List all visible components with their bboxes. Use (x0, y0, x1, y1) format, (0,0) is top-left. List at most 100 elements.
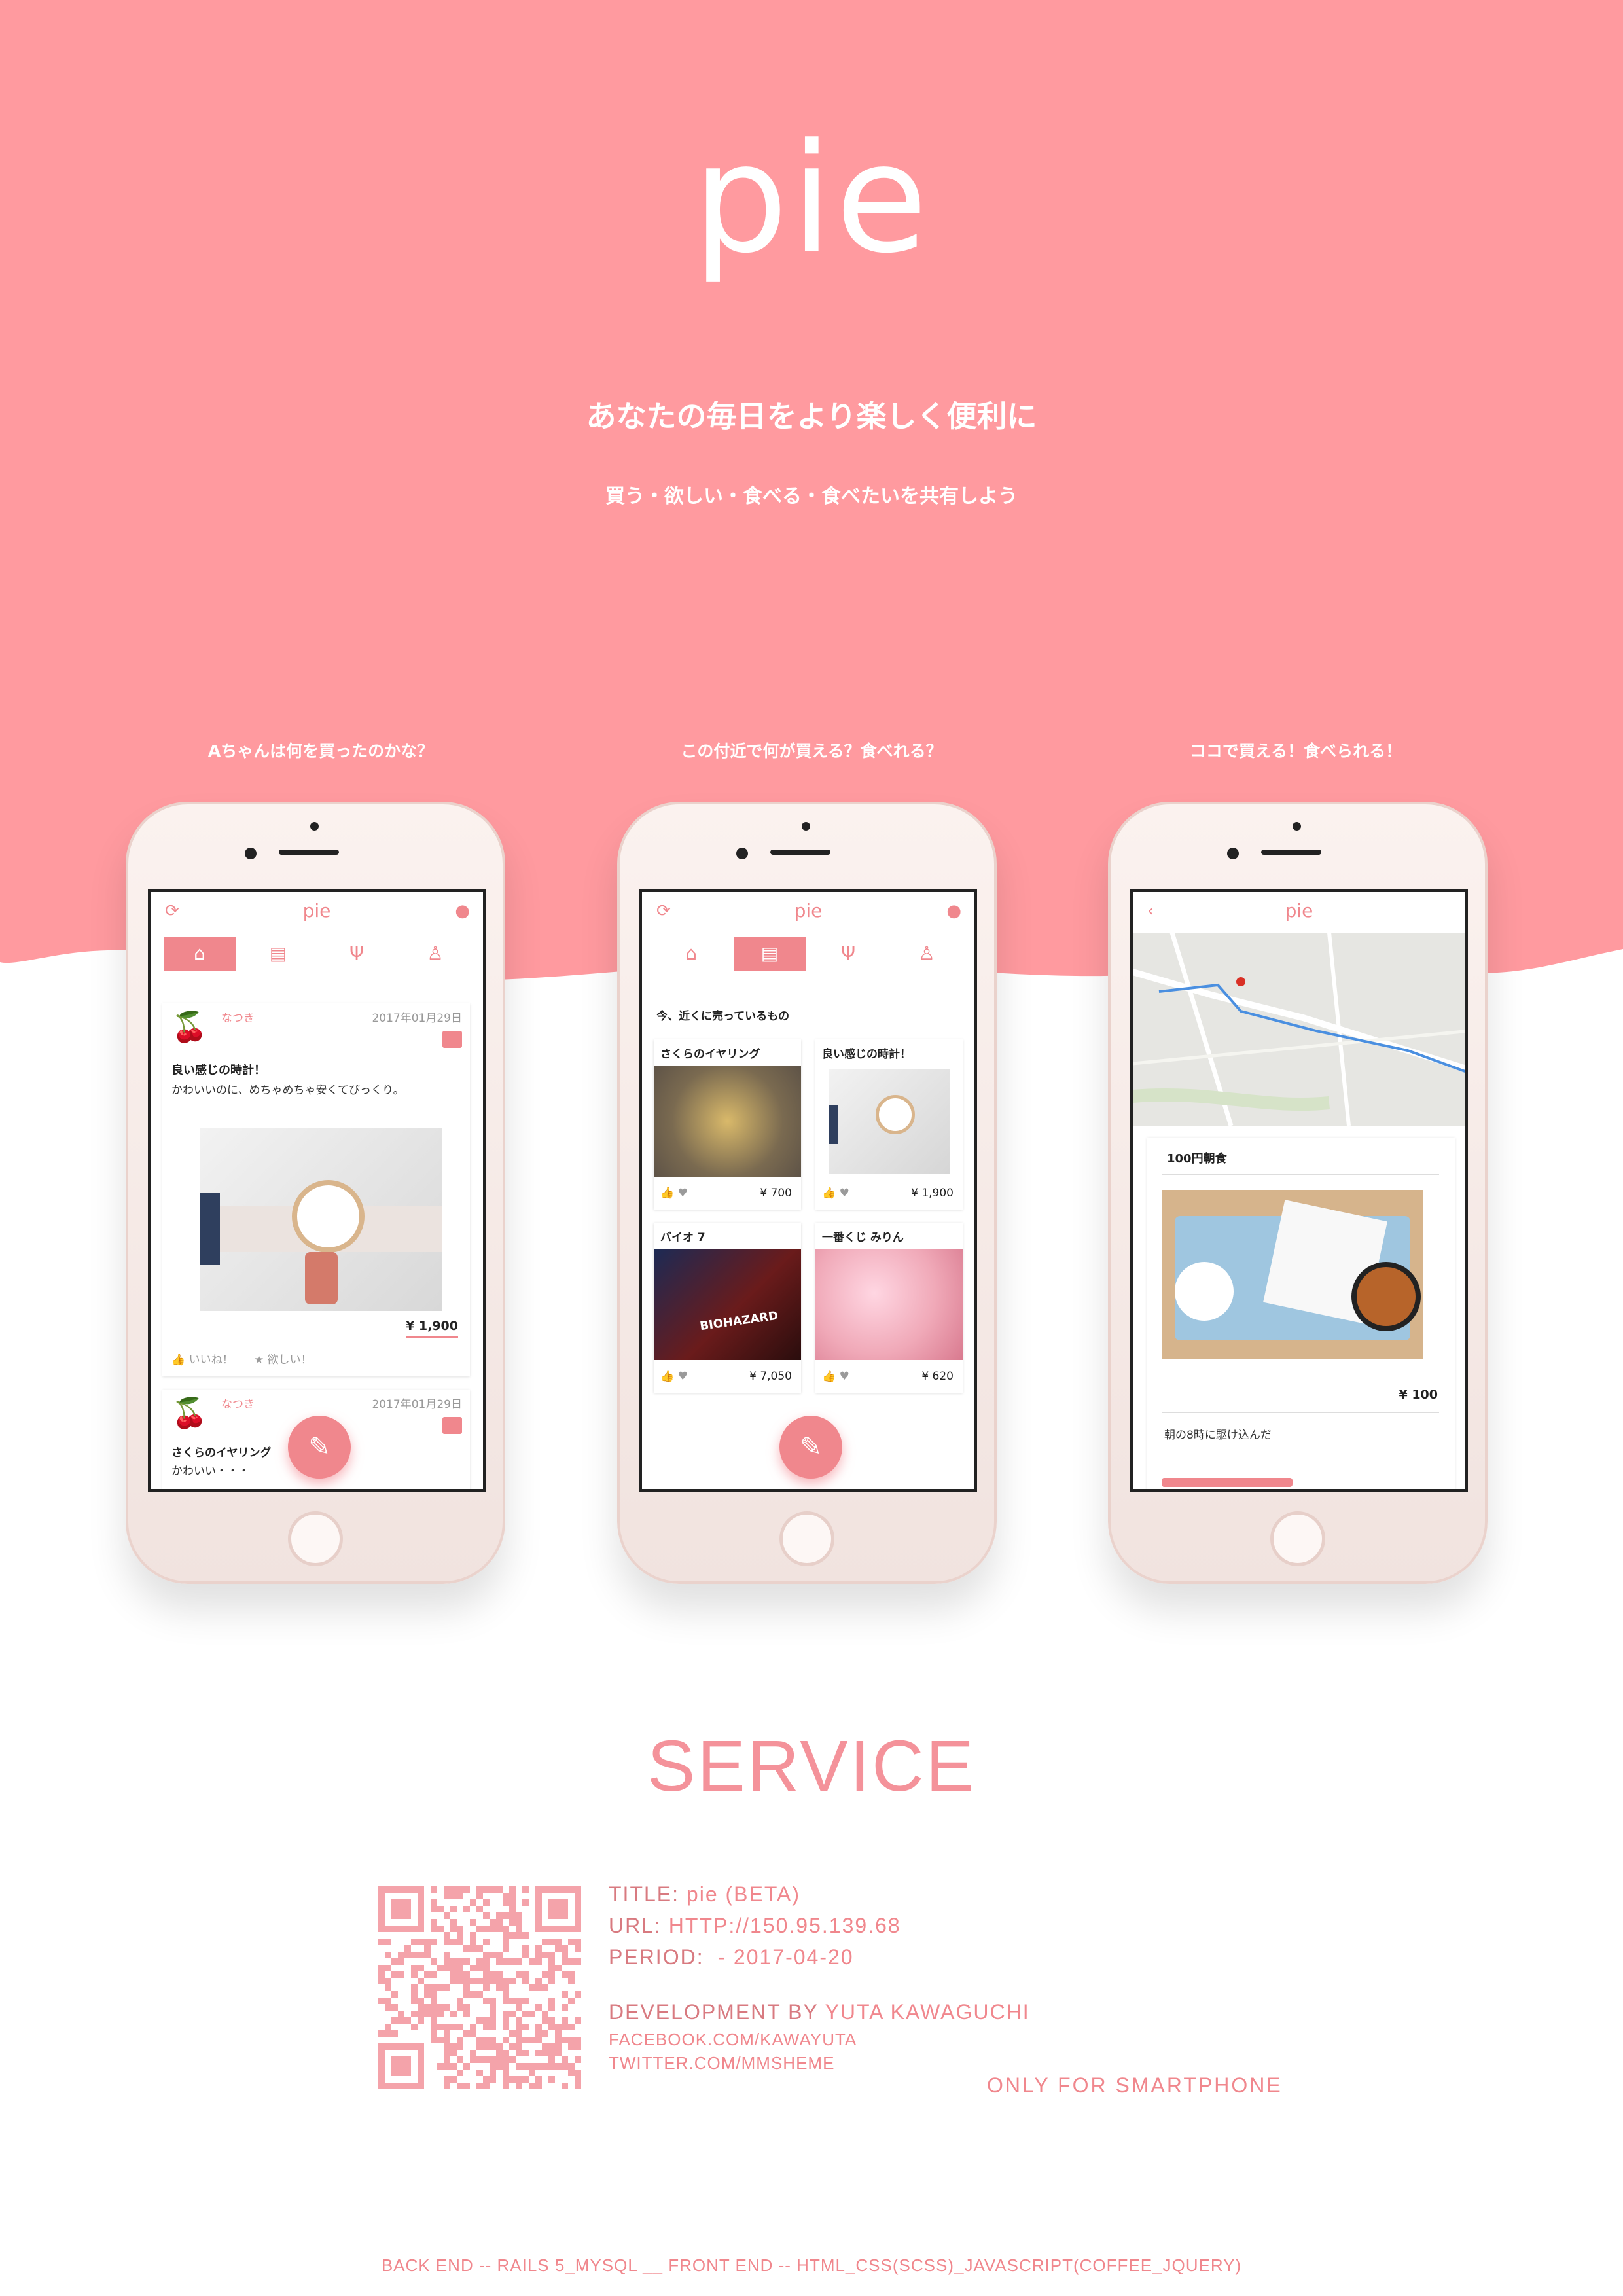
item-title: 良い感じの時計！ (822, 1048, 911, 1061)
person-icon[interactable]: ♙ (399, 937, 471, 971)
like-want-icons[interactable]: 👍 ♥ (822, 1187, 849, 1200)
item-price: ¥ 1,900 (911, 1187, 954, 1200)
breakfast-photo (1162, 1190, 1423, 1359)
period-label: PERIOD: (609, 1945, 704, 1969)
like-want-icons[interactable]: 👍 ♥ (660, 1187, 688, 1200)
item-price: ¥ 620 (921, 1370, 954, 1383)
post-title: さくらのイヤリング (171, 1446, 272, 1460)
nearby-screen: ⟳ pie ● ⌂ ▤ Ψ ♙ 今、近くに売っているもの さくらのイヤリング 👍… (639, 889, 977, 1492)
like-label: いいね！ (188, 1354, 234, 1367)
watch-photo (829, 1069, 950, 1174)
post-body: かわいいのに、めちゃめちゃ安くてびっくり。 (171, 1084, 404, 1097)
home-button (779, 1511, 834, 1566)
detail-screen: ‹ pie 100円朝食 ¥ 100 朝の8時に駆け込んだ (1130, 889, 1468, 1492)
period-value: - 2017-04-20 (704, 1945, 854, 1969)
like-want-icons[interactable]: 👍 ♥ (660, 1370, 688, 1383)
app-title: pie (302, 900, 331, 922)
caption-1: Aちゃんは何を買ったのかな？ (207, 742, 434, 761)
service-heading: SERVICE (647, 1726, 976, 1806)
food-price: ¥ 100 (1399, 1388, 1438, 1402)
comment-divider (1162, 1412, 1439, 1413)
url-link[interactable]: HTTP://150.95.139.68 (669, 1914, 901, 1937)
home-button (288, 1511, 343, 1566)
dev-label: DEVELOPMENT BY (609, 2000, 819, 2024)
section-title: 今、近くに売っているもの (656, 1010, 790, 1023)
app-bar: ⟳ pie ● (151, 892, 483, 933)
item-title: バイオ 7 (660, 1231, 705, 1244)
bag-category-icon (442, 1031, 462, 1048)
person-icon[interactable]: ♙ (891, 937, 963, 971)
period-row: PERIOD: - 2017-04-20 (609, 1941, 1030, 1973)
phone-mockup-detail: ‹ pie 100円朝食 ¥ 100 朝の8時に駆け込んだ (1108, 802, 1488, 1584)
item-card[interactable]: 一番くじ みりん 👍 ♥ ¥ 620 (815, 1223, 963, 1393)
facebook-link[interactable]: FACEBOOK.COM/KAWAYUTA (609, 2028, 1030, 2051)
phone-mockup-feed: ⟳ pie ● ⌂ ▤ Ψ ♙ 🍒 なつき 2017年01月29日 良い感じの時… (126, 802, 505, 1584)
post-body: かわいい・・・ (171, 1465, 249, 1478)
item-price: ¥ 700 (760, 1187, 792, 1200)
item-title: さくらのイヤリング (660, 1048, 760, 1061)
dev-value: YUTA KAWAGUCHI (825, 2000, 1030, 2024)
want-label: 欲しい！ (267, 1354, 312, 1367)
food-comment: 朝の8時に駆け込んだ (1164, 1429, 1272, 1442)
hero-subline: 買う・欲しい・食べる・食べたいを共有しよう (605, 485, 1018, 508)
action-button[interactable] (1162, 1478, 1293, 1487)
user-icon[interactable]: ● (455, 901, 470, 921)
bag-icon[interactable]: ▤ (734, 937, 806, 971)
home-icon[interactable]: ⌂ (655, 937, 727, 971)
watch-photo (200, 1128, 442, 1311)
anime-poster-photo (815, 1249, 963, 1360)
feed-screen: ⟳ pie ● ⌂ ▤ Ψ ♙ 🍒 なつき 2017年01月29日 良い感じの時… (148, 889, 486, 1492)
want-button[interactable]: ★ 欲しい！ (254, 1350, 312, 1367)
app-bar: ⟳ pie ● (642, 892, 974, 933)
post-title: 良い感じの時計！ (171, 1064, 266, 1077)
hero-headline: あなたの毎日をより楽しく便利に (586, 399, 1037, 434)
service-info: TITLE: pie (BETA) URL: HTTP://150.95.139… (609, 1878, 1030, 2075)
cherry-avatar: 🍒 (171, 1397, 207, 1430)
app-title: pie (794, 900, 823, 922)
post-fab-button[interactable]: ✎ (288, 1416, 351, 1479)
title-value: pie (BETA) (686, 1882, 801, 1906)
price-underline (406, 1336, 458, 1338)
caption-3: ココで買える！食べられる！ (1189, 742, 1402, 761)
app-bar: ‹ pie (1133, 892, 1465, 933)
home-icon[interactable]: ⌂ (164, 937, 236, 971)
item-card[interactable]: 良い感じの時計！ 👍 ♥ ¥ 1,900 (815, 1039, 963, 1210)
post-fab-button[interactable]: ✎ (779, 1416, 842, 1479)
item-title: 一番くじ みりん (822, 1231, 904, 1244)
caption-2: この付近で何が買える？食べれる？ (681, 742, 942, 761)
food-card[interactable]: 100円朝食 ¥ 100 朝の8時に駆け込んだ (1147, 1138, 1455, 1489)
item-card[interactable]: バイオ 7 BIOHAZARD 👍 ♥ ¥ 7,050 (654, 1223, 801, 1393)
title-row: TITLE: pie (BETA) (609, 1878, 1030, 1910)
phone-mockup-nearby: ⟳ pie ● ⌂ ▤ Ψ ♙ 今、近くに売っているもの さくらのイヤリング 👍… (617, 802, 997, 1584)
post-price: ¥ 1,900 (406, 1319, 458, 1333)
tab-bar: ⌂ ▤ Ψ ♙ (151, 933, 483, 973)
tab-bar: ⌂ ▤ Ψ ♙ (642, 933, 974, 973)
url-label: URL: (609, 1914, 662, 1937)
item-price: ¥ 7,050 (749, 1370, 792, 1383)
post-date: 2017年01月29日 (372, 1398, 462, 1411)
user-icon[interactable]: ● (946, 901, 961, 921)
qr-code[interactable] (378, 1886, 581, 2089)
game-photo: BIOHAZARD (654, 1249, 801, 1360)
bag-category-icon (442, 1417, 462, 1434)
post-user: なつき (221, 1398, 255, 1411)
tech-stack-footer: BACK END -- RAILS 5_MYSQL __ FRONT END -… (381, 2255, 1242, 2275)
fork-knife-icon[interactable]: Ψ (812, 937, 884, 971)
item-card[interactable]: さくらのイヤリング 👍 ♥ ¥ 700 (654, 1039, 801, 1210)
game-photo-text: BIOHAZARD (699, 1308, 779, 1334)
fork-knife-icon[interactable]: Ψ (321, 937, 393, 971)
post-date: 2017年01月29日 (372, 1012, 462, 1025)
like-want-icons[interactable]: 👍 ♥ (822, 1370, 849, 1383)
twitter-link[interactable]: TWITTER.COM/MMSHEME (609, 2051, 1030, 2075)
post-card[interactable]: 🍒 なつき 2017年01月29日 良い感じの時計！ かわいいのに、めちゃめちゃ… (162, 1003, 470, 1376)
title-divider (1162, 1174, 1439, 1175)
map-view[interactable] (1133, 933, 1468, 1126)
like-button[interactable]: 👍 いいね！ (171, 1350, 234, 1367)
bag-icon[interactable]: ▤ (242, 937, 314, 971)
app-logo: pie (692, 112, 931, 287)
url-row: URL: HTTP://150.95.139.68 (609, 1910, 1030, 1941)
cherry-avatar: 🍒 (171, 1011, 207, 1044)
app-title: pie (1285, 900, 1313, 922)
card-title: 100円朝食 (1167, 1152, 1227, 1166)
post-user: なつき (221, 1012, 255, 1025)
